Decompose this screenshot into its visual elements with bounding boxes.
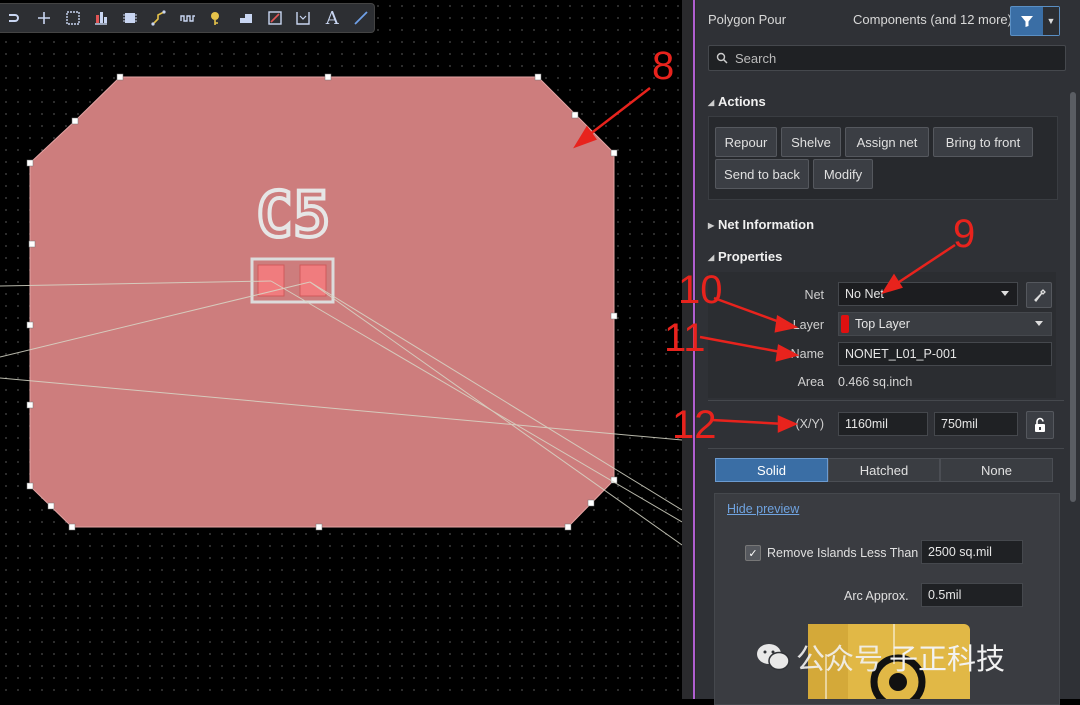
watermark-prefix: 公众号 bbox=[796, 642, 884, 676]
filter-icon[interactable] bbox=[1011, 7, 1043, 35]
lock-button[interactable] bbox=[1026, 411, 1054, 439]
wechat-icon bbox=[757, 644, 790, 671]
annotation-label-10: 10 bbox=[678, 268, 723, 312]
polygon-icon[interactable] bbox=[233, 6, 259, 30]
panel-title: Polygon Pour bbox=[708, 12, 787, 27]
watermark: 公众号 子正科技 bbox=[756, 636, 1005, 678]
annotation-label-12: 12 bbox=[672, 403, 717, 447]
chevron-down-icon bbox=[1035, 321, 1043, 326]
route-icon[interactable] bbox=[2, 6, 28, 30]
name-label: Name bbox=[790, 347, 824, 361]
properties-panel: Polygon Pour Components (and 12 more) ▼ … bbox=[696, 0, 1080, 705]
collapsed-triangle-icon: ▶ bbox=[708, 221, 715, 231]
fill-mode-solid[interactable]: Solid bbox=[715, 458, 828, 482]
filter-summary[interactable]: Components (and 12 more) bbox=[853, 12, 1012, 27]
expanded-triangle-icon: ◢ bbox=[708, 253, 715, 263]
chevron-down-icon[interactable]: ▼ bbox=[1043, 7, 1059, 35]
send-to-back-button[interactable]: Send to back bbox=[715, 159, 809, 189]
panel-scrollbar[interactable] bbox=[1068, 92, 1078, 692]
pcb-canvas[interactable]: C5 A bbox=[0, 0, 682, 699]
shelve-button[interactable]: Shelve bbox=[781, 127, 841, 157]
bring-to-front-button[interactable]: Bring to front bbox=[933, 127, 1033, 157]
filter-button[interactable]: ▼ bbox=[1010, 6, 1060, 36]
modify-button[interactable]: Modify bbox=[813, 159, 873, 189]
keepout-icon[interactable] bbox=[204, 6, 230, 30]
pcb-drawing[interactable]: C5 bbox=[0, 0, 682, 699]
section-properties[interactable]: ◢ Properties bbox=[708, 249, 782, 264]
arc-approx-field[interactable]: 0.5mil bbox=[921, 583, 1023, 607]
net-picker-button[interactable] bbox=[1026, 282, 1052, 308]
hide-preview-link[interactable]: Hide preview bbox=[727, 502, 799, 516]
line-icon[interactable] bbox=[348, 6, 374, 30]
watermark-name: 子正科技 bbox=[889, 642, 1006, 676]
xy-label: (X/Y) bbox=[795, 417, 824, 431]
search-icon bbox=[709, 52, 735, 64]
remove-islands-checkbox[interactable]: ✓ bbox=[745, 545, 761, 561]
y-field[interactable]: 750mil bbox=[934, 412, 1018, 436]
place-cross-icon[interactable] bbox=[31, 6, 57, 30]
area-label: Area bbox=[797, 375, 824, 389]
remove-islands-label: Remove Islands Less Than bbox=[767, 546, 919, 560]
layer-select[interactable]: Top Layer bbox=[838, 312, 1052, 336]
interactive-route-icon[interactable] bbox=[146, 6, 172, 30]
dimension-icon[interactable] bbox=[290, 6, 316, 30]
name-field[interactable]: NONET_L01_P-001 bbox=[838, 342, 1052, 366]
fill-rect-icon[interactable] bbox=[262, 6, 288, 30]
pad-2[interactable] bbox=[299, 264, 327, 297]
x-field[interactable]: 1160mil bbox=[838, 412, 928, 436]
net-label: Net bbox=[804, 288, 824, 302]
length-tune-icon[interactable] bbox=[175, 6, 201, 30]
net-select[interactable]: No Net bbox=[838, 282, 1018, 306]
fill-mode-hatched[interactable]: Hatched bbox=[828, 458, 940, 482]
component-designator: C5 bbox=[256, 178, 331, 251]
annotation-label-11: 11 bbox=[664, 316, 706, 360]
area-value: 0.466 sq.inch bbox=[838, 375, 913, 389]
annotation-arrow-8 bbox=[573, 87, 651, 149]
lock-icon bbox=[1035, 417, 1045, 432]
scrollbar-thumb[interactable] bbox=[1070, 92, 1076, 502]
component-icon[interactable] bbox=[117, 6, 143, 30]
search-placeholder: Search bbox=[735, 50, 777, 66]
chevron-down-icon bbox=[1001, 291, 1009, 296]
layer-color-swatch bbox=[841, 315, 849, 333]
layer-label: Layer bbox=[792, 318, 824, 332]
eyedropper-icon bbox=[1033, 288, 1046, 302]
search-input[interactable]: Search bbox=[708, 45, 1066, 71]
section-net-information[interactable]: ▶ Net Information bbox=[708, 217, 814, 232]
repour-button[interactable]: Repour bbox=[715, 127, 777, 157]
annotation-label-8: 8 bbox=[652, 44, 675, 88]
drawing-toolbar: A bbox=[0, 3, 375, 33]
fill-mode-none[interactable]: None bbox=[940, 458, 1053, 482]
text-icon[interactable]: A bbox=[319, 6, 345, 30]
align-icon[interactable] bbox=[89, 6, 115, 30]
separator bbox=[708, 448, 1064, 449]
expanded-triangle-icon: ◢ bbox=[708, 98, 715, 108]
annotation-label-9: 9 bbox=[953, 212, 976, 256]
arc-approx-label: Arc Approx. bbox=[844, 589, 909, 603]
separator bbox=[708, 400, 1064, 401]
select-rect-icon[interactable] bbox=[60, 6, 86, 30]
actions-box: Repour Shelve Assign net Bring to front … bbox=[708, 116, 1058, 200]
assign-net-button[interactable]: Assign net bbox=[845, 127, 929, 157]
section-actions[interactable]: ◢ Actions bbox=[708, 94, 766, 109]
remove-islands-field[interactable]: 2500 sq.mil bbox=[921, 540, 1023, 564]
